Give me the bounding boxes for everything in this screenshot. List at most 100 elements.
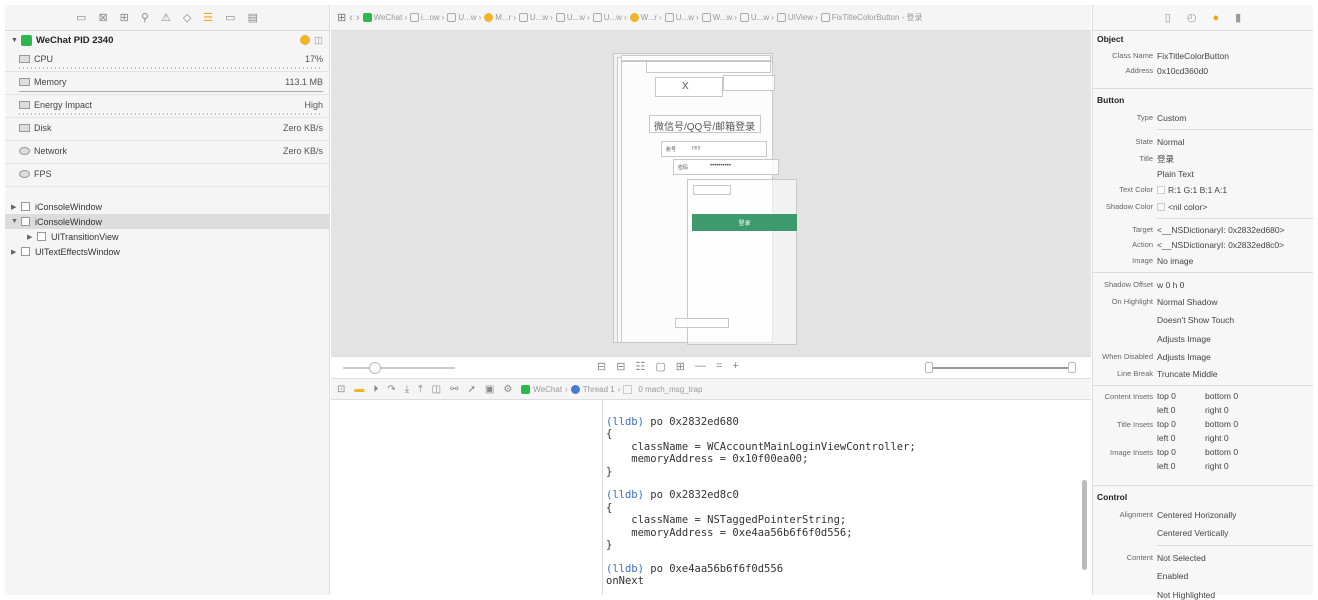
step-over-icon[interactable]: ↷ [387,384,395,395]
view-debugger-canvas[interactable]: X 微信号/QQ号/邮箱登录 账号 !!!!!! 密码 •••••••••• 登… [331,31,1091,356]
color-swatch [1157,186,1165,195]
crumb-label: UIView [787,13,814,22]
wireframe-icon[interactable]: ☷ [635,360,645,373]
zoom-reset-icon[interactable]: = [716,360,722,373]
symbol-icon[interactable]: ⊞ [120,11,129,24]
jump-crumb[interactable]: i...ow › [410,13,444,22]
jump-crumb[interactable]: UIView › [776,13,818,22]
folder-icon[interactable]: ▭ [76,11,86,24]
nav-bar-layer[interactable] [646,61,771,73]
object-inspector-icon[interactable]: ● [1212,12,1219,24]
jump-crumb[interactable]: M...r › [484,13,516,22]
report-icon[interactable]: ▤ [248,11,258,24]
jump-crumb[interactable]: U...w › [555,13,590,22]
field-label: Text Color [1119,185,1153,194]
file-inspector-icon[interactable]: ▯ [1165,11,1171,24]
process-row[interactable]: ▼ WeChat PID 2340 ◫ [5,31,329,49]
disclosure-closed-icon[interactable]: ▶ [27,233,37,241]
footer-links-layer[interactable] [675,318,729,328]
variables-view[interactable] [331,400,603,595]
orient-icon[interactable]: ⊞ [676,360,685,373]
metric-network[interactable]: Network Zero KB/s [5,141,329,164]
link-layer[interactable] [693,185,731,195]
image-value: No image [1157,255,1194,266]
gear-icon[interactable]: ⚙ [503,384,512,395]
test-icon[interactable]: ◇ [183,11,191,24]
continue-icon[interactable]: ⏵ [373,384,378,395]
size-inspector-icon[interactable]: ▮ [1235,11,1241,24]
breakpoints-toggle-icon[interactable]: ▬ [354,384,364,395]
metric-fps[interactable]: FPS [5,164,329,187]
jump-crumb[interactable]: W...r › [629,13,662,22]
slider-knob[interactable] [369,362,381,374]
title-label-layer[interactable]: 微信号/QQ号/邮箱登录 [649,115,761,133]
show-constraints-icon[interactable]: ⊟ [616,360,625,373]
zoom-out-icon[interactable]: — [695,360,706,373]
metric-memory[interactable]: Memory 113.1 MB [5,72,329,95]
close-icon: X [682,81,689,92]
range-end-handle[interactable] [1068,362,1076,373]
forward-arrow-icon[interactable]: › [356,12,360,24]
view-debugger-icon[interactable]: ◫ [432,384,441,395]
console-scrollbar[interactable] [1082,480,1087,570]
hide-debug-area-icon[interactable]: ⊡ [337,384,345,395]
disclosure-closed-icon[interactable]: ▶ [11,248,21,256]
account-label: 账号 [666,147,677,153]
type-value: Custom [1157,112,1187,123]
view-layer[interactable] [723,75,775,91]
debug-breadcrumb[interactable]: WeChat › Thread 1 › 0 mach_msg_trap [521,384,702,394]
jump-crumb[interactable]: FixTitleColorButton - 登录 [820,12,923,23]
divider [1157,129,1313,130]
lldb-console[interactable]: (lldb) po 0x2832ed680 { className = WCAc… [603,400,1091,595]
tree-item[interactable]: ▶ iConsoleWindow [5,199,329,214]
disclosure-closed-icon[interactable]: ▶ [11,203,21,211]
controller-icon [629,13,639,22]
password-field-layer[interactable]: 密码 •••••••••• [673,159,779,175]
jump-crumb[interactable]: W...w › [701,13,737,22]
step-into-icon[interactable]: ⤓ [405,384,409,395]
disclosure-open-icon[interactable]: ▼ [11,218,21,225]
disclosure-open-icon[interactable]: ▼ [11,37,18,44]
camera-icon[interactable]: ▣ [485,384,494,395]
source-control-icon[interactable]: ⊠ [98,11,107,24]
crumb-label: Thread 1 [582,384,615,394]
jump-crumb[interactable]: U...w › [739,13,774,22]
close-button-layer[interactable]: X [655,77,723,97]
memory-graph-icon[interactable]: ⚯ [450,384,458,395]
breakpoint-icon[interactable]: ▭ [225,11,235,24]
inset-right: right 0 [1205,461,1229,471]
login-button-highlighted[interactable]: 登录 [692,214,797,231]
range-start-handle[interactable] [925,362,933,373]
metric-cpu[interactable]: CPU 17% [5,49,329,72]
account-field-layer[interactable]: 账号 !!!!!! [661,141,767,157]
debug-options-icon[interactable]: ◫ [314,35,323,46]
issue-icon[interactable]: ⚠ [161,11,171,24]
range-slider[interactable] [925,362,1076,373]
grid-icon[interactable]: ⊞ [337,11,346,24]
help-icon[interactable]: ◴ [1187,11,1197,24]
jump-crumb[interactable]: U...w › [592,13,627,22]
frame-icon [623,384,633,394]
zoom-in-icon[interactable]: + [732,360,738,373]
metric-disk[interactable]: Disk Zero KB/s [5,118,329,141]
crumb-label: U...w [603,13,622,22]
jump-crumb[interactable]: U...w › [447,13,481,22]
spacing-slider[interactable] [343,362,455,374]
location-icon[interactable]: ➚ [467,384,475,395]
inset-left: left 0 [1157,405,1176,415]
jump-crumb[interactable]: U...w › [518,13,553,22]
metric-energy[interactable]: Energy Impact High [5,95,329,118]
debug-icon[interactable]: ☰ [203,11,213,24]
clip-content-icon[interactable]: ⊟ [597,360,606,373]
energy-icon [19,101,30,109]
jump-crumb[interactable]: WeChat › [362,13,407,22]
tree-item-selected[interactable]: ▼ iConsoleWindow [5,214,329,229]
crumb-label: U...w [458,13,477,22]
find-icon[interactable]: ⚲ [141,11,149,24]
step-out-icon[interactable]: ⤒ [418,384,422,395]
contents-icon[interactable]: ▢ [655,360,665,373]
tree-item[interactable]: ▶ UITransitionView [5,229,329,244]
tree-item[interactable]: ▶ UITextEffectsWindow [5,244,329,259]
back-arrow-icon[interactable]: ‹ [349,12,353,24]
jump-crumb[interactable]: U...w › [664,13,699,22]
